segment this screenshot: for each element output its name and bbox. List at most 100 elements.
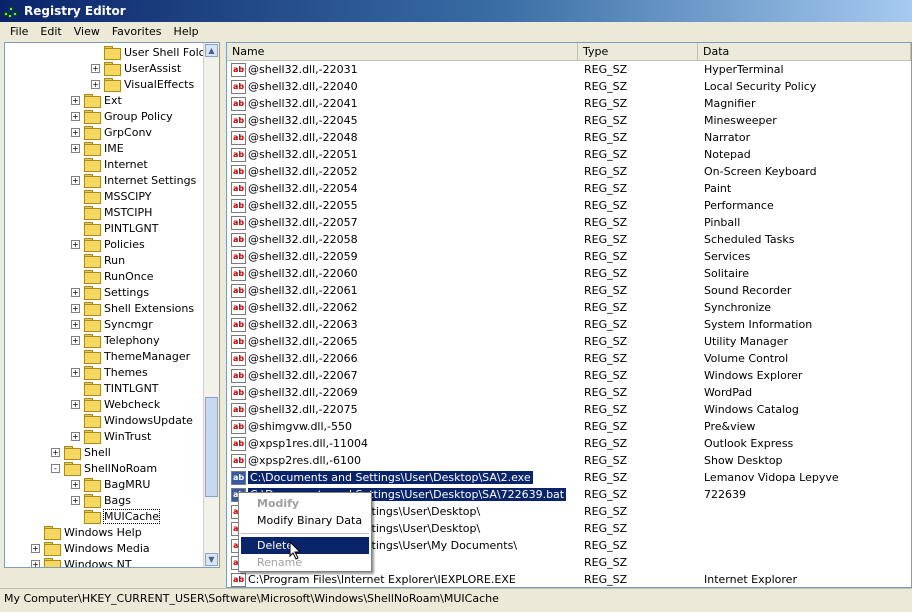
menu-help[interactable]: Help (168, 25, 205, 38)
tree-item[interactable]: + Windows Media (31, 540, 150, 556)
tree-item[interactable]: ThemeManager (71, 348, 190, 364)
tree-item[interactable]: + Telephony (71, 332, 160, 348)
table-row[interactable]: ab @shell32.dll,-22067 REG_SZ Windows Explo… (227, 367, 911, 384)
table-row[interactable]: ab @shell32.dll,-22063 REG_SZ System Inform… (227, 316, 911, 333)
tree-item[interactable]: MSSCIPY (71, 188, 152, 204)
table-row[interactable]: ab @xpsp2res.dll,-6100 REG_SZ Show Desktop (227, 452, 911, 469)
value-name: @shell32.dll,-22055 (248, 199, 358, 212)
tree-item[interactable]: User Shell Folc (91, 44, 205, 60)
table-row[interactable]: ab @shell32.dll,-22055 REG_SZ Performance (227, 197, 911, 214)
table-row[interactable]: ab @shimgvw.dll,-550 REG_SZ Pre&view (227, 418, 911, 435)
table-row[interactable]: ab @shell32.dll,-22041 REG_SZ Magnifier (227, 95, 911, 112)
tree-item[interactable]: - ShellNoRoam (51, 460, 157, 476)
tree-item[interactable]: + VisualEffects (91, 76, 194, 92)
table-row[interactable]: ab C:\Program Files\Internet Explorer\IEX… (227, 571, 911, 587)
tree-item[interactable]: + Themes (71, 364, 148, 380)
expand-icon[interactable]: + (71, 111, 80, 121)
tree-item[interactable]: + WinTrust (71, 428, 151, 444)
table-row[interactable]: ab @shell32.dll,-22069 REG_SZ WordPad (227, 384, 911, 401)
tree-item[interactable]: TINTLGNT (71, 380, 159, 396)
tree-item[interactable]: + BagMRU (71, 476, 150, 492)
table-row[interactable]: ab @shell32.dll,-22075 REG_SZ Windows Catal… (227, 401, 911, 418)
menu-file[interactable]: File (4, 25, 34, 38)
tree-item[interactable]: RunOnce (71, 268, 154, 284)
table-row[interactable]: ab @shell32.dll,-22066 REG_SZ Volume Contro… (227, 350, 911, 367)
column-header-name[interactable]: Name (227, 43, 578, 61)
expand-icon[interactable]: + (71, 479, 80, 489)
tree-item[interactable]: Windows Help (31, 524, 142, 540)
table-row[interactable]: ab @shell32.dll,-22059 REG_SZ Services (227, 248, 911, 265)
expand-icon[interactable]: + (71, 399, 80, 409)
expand-icon[interactable]: + (51, 447, 60, 457)
table-row[interactable]: ab @shell32.dll,-22040 REG_SZ Local Securit… (227, 78, 911, 95)
menu-view[interactable]: View (68, 25, 106, 38)
tree-item[interactable]: PINTLGNT (71, 220, 158, 236)
expand-icon[interactable]: + (91, 79, 100, 89)
tree-item[interactable]: Internet (71, 156, 148, 172)
tree-item[interactable]: + Shell Extensions (71, 300, 194, 316)
tree-item[interactable]: + Webcheck (71, 396, 160, 412)
scroll-up-icon[interactable]: ▲ (205, 44, 218, 57)
menu-favorites[interactable]: Favorites (106, 25, 168, 38)
table-row[interactable]: ab @shell32.dll,-22054 REG_SZ Paint (227, 180, 911, 197)
expand-icon[interactable]: + (71, 495, 80, 505)
table-row[interactable]: ab @xpsp1res.dll,-11004 REG_SZ Outlook Expr… (227, 435, 911, 452)
tree-item[interactable]: + UserAssist (91, 60, 181, 76)
tree-item[interactable]: + Settings (71, 284, 149, 300)
menu-edit[interactable]: Edit (34, 25, 67, 38)
expand-icon[interactable]: + (71, 127, 80, 137)
table-row[interactable]: ab @shell32.dll,-22061 REG_SZ Sound Recorde… (227, 282, 911, 299)
tree-item[interactable]: + IME (71, 140, 124, 156)
expand-icon[interactable]: + (71, 431, 80, 441)
table-row[interactable]: ab @shell32.dll,-22048 REG_SZ Narrator (227, 129, 911, 146)
column-header-data[interactable]: Data (698, 43, 911, 61)
menu-delete[interactable]: Delete (241, 537, 369, 554)
tree-item[interactable]: + Group Policy (71, 108, 173, 124)
tree-item[interactable]: + Syncmgr (71, 316, 153, 332)
expand-icon[interactable]: + (31, 559, 40, 567)
table-row[interactable]: ab @shell32.dll,-22062 REG_SZ Synchronize (227, 299, 911, 316)
expand-icon[interactable]: + (71, 95, 80, 105)
expand-icon[interactable]: + (71, 143, 80, 153)
table-row[interactable]: ab @shell32.dll,-22058 REG_SZ Scheduled Tas… (227, 231, 911, 248)
expand-icon[interactable]: + (71, 335, 80, 345)
menu-rename[interactable]: Rename (241, 554, 369, 571)
tree-item[interactable]: + Shell (51, 444, 111, 460)
tree-item[interactable]: + Policies (71, 236, 145, 252)
tree-item[interactable]: + GrpConv (71, 124, 152, 140)
tree-item[interactable]: + Internet Settings (71, 172, 196, 188)
registry-tree[interactable]: User Shell Folc + UserAssist + VisualEffects… (4, 42, 220, 568)
expand-icon[interactable]: + (71, 319, 80, 329)
table-row[interactable]: ab @shell32.dll,-22045 REG_SZ Minesweeper (227, 112, 911, 129)
tree-item[interactable]: WindowsUpdate (71, 412, 193, 428)
tree-item[interactable]: + Bags (71, 492, 131, 508)
table-row[interactable]: ab @shell32.dll,-22052 REG_SZ On-Screen Key… (227, 163, 911, 180)
expand-icon[interactable]: + (71, 367, 80, 377)
column-header-type[interactable]: Type (578, 43, 698, 61)
table-row[interactable]: ab @shell32.dll,-22031 REG_SZ HyperTerminal (227, 61, 911, 78)
table-row[interactable]: abC:\Documents and Settings\User\Desktop… (227, 469, 911, 486)
tree-item[interactable]: Run (71, 252, 125, 268)
tree-vertical-scrollbar[interactable]: ▲ ▼ (203, 43, 219, 567)
expand-icon[interactable]: + (91, 63, 100, 73)
name-cell: ab @shell32.dll,-22058 (231, 231, 358, 248)
tree-item[interactable]: + Ext (71, 92, 122, 108)
scroll-down-icon[interactable]: ▼ (205, 553, 218, 566)
table-row[interactable]: ab @shell32.dll,-22057 REG_SZ Pinball (227, 214, 911, 231)
name-cell: ab @shell32.dll,-22045 (231, 112, 358, 129)
expand-icon[interactable]: + (71, 175, 80, 185)
table-row[interactable]: ab @shell32.dll,-22065 REG_SZ Utility Manag… (227, 333, 911, 350)
tree-item[interactable]: MSTCIPH (71, 204, 152, 220)
menu-modify-binary-data[interactable]: Modify Binary Data (241, 512, 369, 529)
collapse-icon[interactable]: - (51, 463, 60, 473)
expand-icon[interactable]: + (71, 239, 80, 249)
table-row[interactable]: ab @shell32.dll,-22060 REG_SZ Solitaire (227, 265, 911, 282)
table-row[interactable]: ab @shell32.dll,-22051 REG_SZ Notepad (227, 146, 911, 163)
scroll-thumb[interactable] (205, 397, 218, 497)
expand-icon[interactable]: + (71, 303, 80, 313)
tree-item[interactable]: MUICache (71, 508, 160, 524)
menu-modify[interactable]: Modify (241, 495, 369, 512)
tree-item[interactable]: + Windows NT (31, 556, 132, 567)
expand-icon[interactable]: + (71, 287, 80, 297)
expand-icon[interactable]: + (31, 543, 40, 553)
